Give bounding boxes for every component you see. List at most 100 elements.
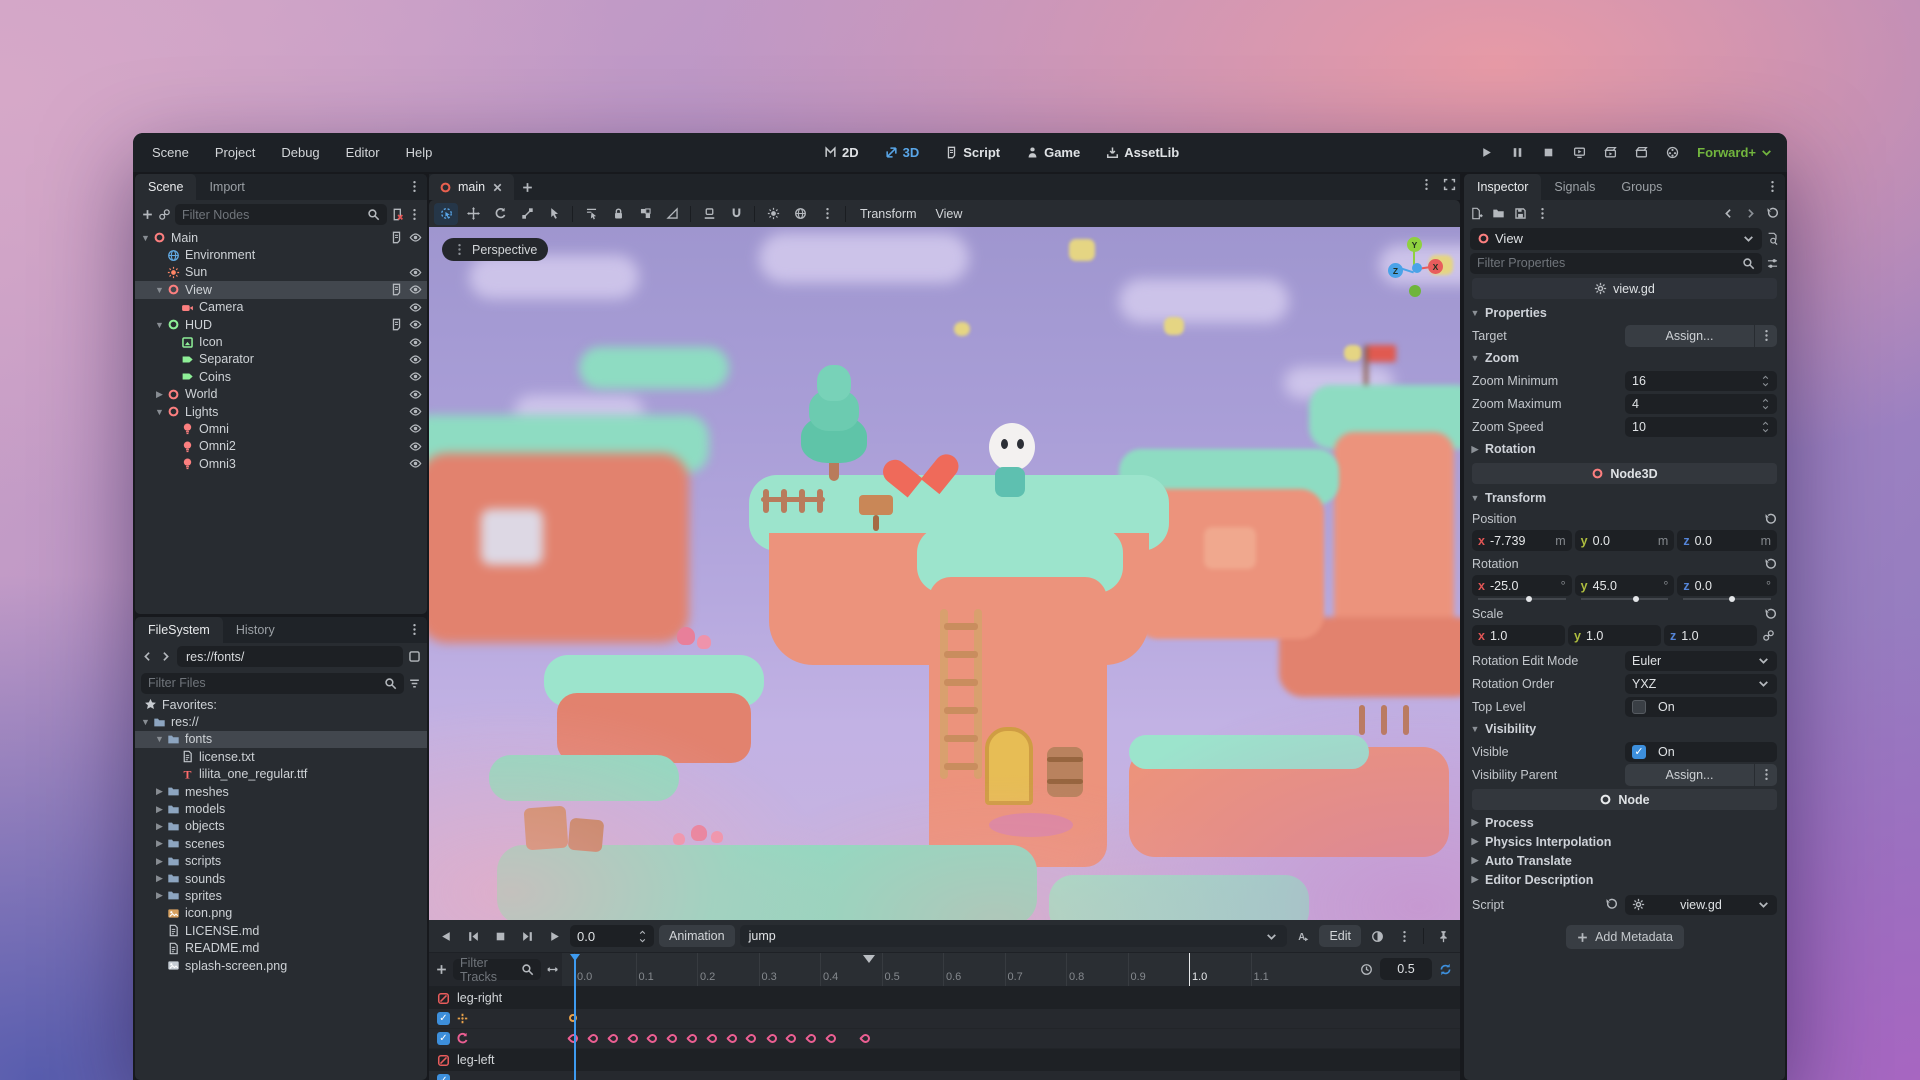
revert-icon[interactable] [1605,898,1618,911]
inspector-tab-signals[interactable]: Signals [1541,174,1608,200]
scale-fields[interactable]: x1.0y1.0z1.0 [1472,625,1777,646]
tree-arrow-icon[interactable]: ▼ [139,717,152,727]
slider-handle[interactable] [1526,596,1532,602]
slider-handle[interactable] [1729,596,1735,602]
section-auto-translate[interactable]: ▶Auto Translate [1464,851,1785,870]
file-scenes[interactable]: ▶scenes [135,835,427,852]
file-readme-md[interactable]: README.md [135,939,427,956]
fit-zoom-icon[interactable] [546,963,559,976]
perspective-menu[interactable]: Perspective [442,238,548,261]
run-stop-icon[interactable] [1536,141,1560,165]
keyframe[interactable] [627,1032,640,1045]
timeline-playhead[interactable] [574,954,576,1080]
revert-icon[interactable] [1764,608,1777,621]
tree-expand-icon[interactable]: ▶ [153,389,166,400]
keyframe[interactable] [706,1032,719,1045]
timeline-ruler[interactable]: 0.00.10.20.30.40.50.60.70.80.91.01.1 [562,953,1460,986]
visibility-toggle-icon[interactable] [409,301,422,314]
scene-dock-menu-icon[interactable] [408,180,421,193]
file-scripts[interactable]: ▶scripts [135,853,427,870]
menu-scene[interactable]: Scene [143,141,198,164]
track-partial[interactable]: ✓ [429,1071,1460,1080]
axis-z-field[interactable]: z0.0m [1677,530,1777,551]
visibility-toggle-icon[interactable] [409,283,422,296]
filesystem-menu-icon[interactable] [408,623,421,636]
track-enabled-checkbox[interactable]: ✓ [437,1012,450,1025]
visibility-toggle-icon[interactable] [409,231,422,244]
stepper-icons[interactable] [1761,420,1770,434]
section-process[interactable]: ▶Process [1464,813,1785,832]
file-splash-screen-png[interactable]: splash-screen.png [135,957,427,974]
gizmo-neg-y-axis[interactable] [1409,285,1421,297]
viewport-menu-transform[interactable]: Transform [852,204,925,224]
top-level-checkbox[interactable]: On [1625,697,1777,717]
tool-scale[interactable] [515,203,539,225]
close-icon[interactable] [491,181,504,194]
axis-y-field[interactable]: y0.0m [1575,530,1675,551]
file-fonts[interactable]: ▼fonts [135,731,427,748]
tool-list-select[interactable] [579,203,603,225]
keyframe[interactable] [607,1032,620,1045]
menu-debug[interactable]: Debug [272,141,328,164]
filter-properties-input[interactable]: Filter Properties [1470,253,1762,274]
renderer-dropdown[interactable]: Forward+ [1697,145,1773,160]
script-dropdown[interactable]: view.gd [1625,895,1777,915]
scene-tree-menu-icon[interactable] [408,208,421,221]
file-license-md[interactable]: LICENSE.md [135,922,427,939]
slider-handle[interactable] [1633,596,1639,602]
visibility-toggle-icon[interactable] [409,336,422,349]
scene-node-camera[interactable]: Camera [135,299,427,316]
position-fields[interactable]: x-7.739my0.0mz0.0m [1472,530,1777,551]
revert-icon[interactable] [1764,558,1777,571]
view-axis-gizmo[interactable]: YZX [1384,235,1446,299]
tool-cursor[interactable] [542,203,566,225]
play-animation-icon[interactable] [516,925,538,947]
file-models[interactable]: ▶models [135,800,427,817]
axis-x-field[interactable]: x-25.0° [1472,575,1572,596]
gizmo-x-axis[interactable]: X [1428,259,1443,274]
run-clapper-icon[interactable] [1629,141,1653,165]
tree-arrow-icon[interactable]: ▶ [153,856,166,867]
animation-menu-icon[interactable] [1393,925,1415,947]
loop-icon[interactable] [1439,963,1452,976]
scene-tabs-menu-icon[interactable] [1420,178,1433,191]
edited-node-dropdown[interactable]: View [1470,228,1762,250]
track-position[interactable]: ✓ [429,1009,1460,1029]
keyframe[interactable] [805,1032,818,1045]
scene-node-omni2[interactable]: Omni2 [135,438,427,455]
resource-menu-icon[interactable] [1536,207,1549,220]
tool-dots[interactable] [815,203,839,225]
track-rotation[interactable]: ✓ [429,1029,1460,1049]
tree-arrow-icon[interactable]: ▶ [153,873,166,884]
tree-arrow-icon[interactable]: ▶ [153,838,166,849]
current-time-spinbox[interactable]: 0.0 [570,925,654,947]
gizmo-z-axis[interactable]: Z [1388,263,1403,278]
axis-y-field[interactable]: y1.0 [1568,625,1661,646]
scene-tab-main[interactable]: main [429,174,514,200]
rotation-fields[interactable]: x-25.0°y45.0°z0.0° [1472,575,1777,596]
file-meshes[interactable]: ▶meshes [135,783,427,800]
filter-files-input[interactable]: Filter Files [141,673,404,694]
filter-tracks-input[interactable]: Filter Tracks [453,959,541,980]
current-path[interactable]: res://fonts/ [177,646,403,667]
menu-project[interactable]: Project [206,141,264,164]
stepper-icons[interactable] [1761,397,1770,411]
edit-history-icon[interactable] [1766,207,1779,220]
edit-button[interactable]: Edit [1319,925,1361,947]
tool-sun-preview[interactable] [761,203,785,225]
run-play-icon[interactable] [1474,141,1498,165]
tree-arrow-icon[interactable]: ▶ [153,804,166,815]
keyframe[interactable] [587,1032,600,1045]
workspace-tab-assetlib[interactable]: AssetLib [1098,141,1187,164]
scene-node-lights[interactable]: ▼Lights [135,403,427,420]
new-resource-icon[interactable] [1470,207,1483,220]
visibility-toggle-icon[interactable] [409,388,422,401]
spinbox[interactable]: 16 [1625,371,1777,391]
expand-viewport-icon[interactable] [1443,178,1456,191]
tool-rotate[interactable] [488,203,512,225]
axis-slider[interactable] [1478,598,1566,600]
animation-name-dropdown[interactable]: jump [740,925,1288,947]
new-scene-tab-button[interactable] [514,174,540,200]
tree-collapse-icon[interactable]: ▼ [139,233,152,243]
add-node-button[interactable] [141,208,154,221]
